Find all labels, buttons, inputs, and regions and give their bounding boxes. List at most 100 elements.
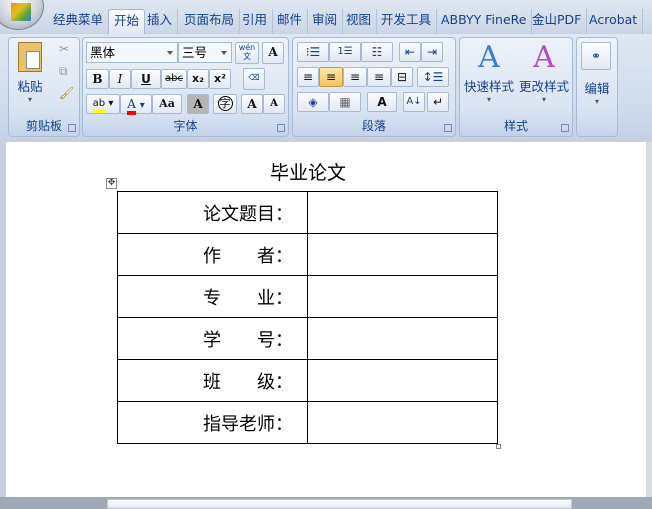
row-value-cell[interactable] bbox=[307, 233, 498, 276]
group-label: 段落 bbox=[361, 119, 386, 133]
row-value-cell[interactable] bbox=[307, 275, 498, 318]
dialog-launcher-icon[interactable] bbox=[444, 124, 452, 132]
borders-button[interactable]: ▦ bbox=[329, 92, 361, 112]
change-styles-button[interactable]: A 更改样式 ▾ bbox=[516, 40, 572, 104]
copy-icon[interactable]: ⧉ bbox=[59, 64, 68, 79]
quick-styles-icon: A bbox=[478, 40, 500, 75]
table-row: 指导老师： bbox=[117, 401, 498, 444]
cut-icon[interactable]: ✂ bbox=[59, 42, 69, 56]
tab-2[interactable]: 插入 bbox=[142, 9, 179, 34]
table-resize-handle[interactable] bbox=[496, 444, 501, 449]
row-label: 班 级： bbox=[117, 359, 308, 402]
subscript-button[interactable]: x₂ bbox=[187, 69, 209, 89]
dialog-launcher-icon[interactable] bbox=[68, 124, 76, 132]
binoculars-icon: ⚭ bbox=[581, 42, 611, 70]
grow-font-button[interactable]: A bbox=[241, 94, 263, 114]
line-spacing-button[interactable]: ↕☰ bbox=[417, 67, 449, 87]
highlight-button[interactable]: ab ▾ bbox=[86, 94, 120, 114]
enclose-icon: 字 bbox=[217, 96, 233, 111]
underline-button[interactable]: U bbox=[131, 69, 161, 89]
group-styles: A 快速样式 ▾ A 更改样式 ▾ 样式 bbox=[459, 37, 573, 137]
group-font: 黑体 三号 wén 文 A B I U abc x₂ x² ⌫ ab ▾ A ▾… bbox=[82, 37, 289, 137]
enclose-characters-button[interactable]: 字 bbox=[213, 94, 237, 114]
dialog-launcher-icon[interactable] bbox=[277, 124, 285, 132]
align-right-button[interactable]: ≡ bbox=[343, 67, 367, 87]
table-row: 论文题目： bbox=[117, 191, 498, 234]
tab-7[interactable]: 视图 bbox=[341, 9, 378, 34]
tab-5[interactable]: 邮件 bbox=[272, 9, 309, 34]
bullets-button[interactable]: ⁝☰ bbox=[297, 42, 329, 62]
row-label: 学 号： bbox=[117, 317, 308, 360]
table-move-handle-icon[interactable]: ✥ bbox=[106, 178, 117, 189]
group-paragraph: ⁝☰ 1☰ ☷ ⇤ ⇥ ≡ ≡ ≡ ≡ ⊟ ↕☰ ◈ ▦ A A↓ ↵ 段落 bbox=[292, 37, 456, 137]
change-styles-icon: A bbox=[533, 40, 555, 75]
strikethrough-button[interactable]: abc bbox=[161, 69, 187, 89]
font-name-value: 黑体 bbox=[90, 45, 116, 60]
info-table: 论文题目：作 者：专 业：学 号：班 级： 指导老师： bbox=[117, 191, 498, 444]
row-label: 指导老师： bbox=[117, 401, 308, 444]
row-value-cell[interactable] bbox=[307, 359, 498, 402]
italic-button[interactable]: I bbox=[109, 69, 131, 89]
highlight-icon: ab bbox=[92, 98, 106, 113]
group-label: 样式 bbox=[503, 119, 528, 133]
clipboard-icon bbox=[18, 42, 42, 72]
increase-indent-button[interactable]: ⇥ bbox=[421, 42, 443, 62]
asian-layout-button[interactable]: A bbox=[367, 92, 397, 112]
table-row: 学 号： bbox=[117, 317, 498, 360]
tab-10[interactable]: 金山PDF bbox=[527, 9, 588, 34]
numbering-button[interactable]: 1☰ bbox=[329, 42, 361, 62]
sort-button[interactable]: A↓ bbox=[403, 92, 425, 112]
table-row: 作 者： bbox=[117, 233, 498, 276]
row-value-cell[interactable] bbox=[307, 401, 498, 444]
office-logo-icon bbox=[11, 3, 31, 21]
tab-4[interactable]: 引用 bbox=[237, 9, 274, 34]
editing-label: 编辑 bbox=[584, 81, 610, 96]
clear-formatting-button[interactable]: ⌫ bbox=[243, 68, 265, 90]
font-color-button[interactable]: A ▾ bbox=[120, 94, 152, 115]
align-left-button[interactable]: ≡ bbox=[297, 67, 319, 87]
format-painter-icon[interactable]: 🖌 bbox=[59, 86, 74, 100]
table-row: 专 业： bbox=[117, 275, 498, 318]
character-shading-button[interactable]: A bbox=[187, 94, 209, 114]
paste-label: 粘贴 bbox=[17, 79, 43, 94]
font-name-select[interactable]: 黑体 bbox=[86, 42, 178, 63]
tab-6[interactable]: 审阅 bbox=[307, 9, 344, 34]
tab-11[interactable]: Acrobat bbox=[584, 9, 644, 34]
bold-button[interactable]: B bbox=[86, 69, 109, 89]
decrease-indent-button[interactable]: ⇤ bbox=[399, 42, 421, 62]
justify-button[interactable]: ≡ bbox=[367, 67, 391, 87]
group-editing: ⚭ 编辑 ▾ bbox=[576, 37, 618, 137]
tab-9[interactable]: ABBYY FineRe bbox=[436, 9, 533, 34]
align-center-button[interactable]: ≡ bbox=[319, 67, 343, 87]
show-marks-button[interactable]: ↵ bbox=[427, 92, 449, 112]
tab-3[interactable]: 页面布局 bbox=[179, 9, 241, 34]
shrink-font-button[interactable]: A bbox=[263, 94, 285, 114]
group-clipboard: 粘贴 ▾ ✂ ⧉ 🖌 剪贴板 bbox=[8, 37, 80, 137]
row-label: 论文题目： bbox=[117, 191, 308, 234]
vertical-scrollbar[interactable] bbox=[646, 142, 652, 497]
change-case-button[interactable]: Aa bbox=[152, 94, 182, 114]
font-size-select[interactable]: 三号 bbox=[178, 42, 232, 63]
scrollbar-thumb[interactable] bbox=[107, 499, 572, 509]
paste-button[interactable]: 粘贴 ▾ bbox=[13, 42, 47, 104]
row-value-cell[interactable] bbox=[307, 191, 498, 234]
table-row: 班 级： bbox=[117, 359, 498, 402]
editing-button[interactable]: ⚭ 编辑 ▾ bbox=[581, 42, 613, 106]
shading-button[interactable]: ◈ bbox=[297, 92, 329, 112]
change-styles-label: 更改样式 bbox=[518, 79, 569, 94]
multilevel-list-button[interactable]: ☷ bbox=[361, 42, 393, 62]
group-label: 字体 bbox=[173, 119, 198, 133]
tab-8[interactable]: 开发工具 bbox=[376, 9, 438, 34]
quick-styles-label: 快速样式 bbox=[463, 79, 514, 94]
distributed-button[interactable]: ⊟ bbox=[391, 67, 413, 87]
row-value-cell[interactable] bbox=[307, 317, 498, 360]
document-title: 毕业论文 bbox=[269, 162, 346, 184]
tab-0[interactable]: 经典菜单 bbox=[48, 9, 110, 34]
tab-1[interactable]: 开始 bbox=[108, 9, 146, 34]
dialog-launcher-icon[interactable] bbox=[561, 124, 569, 132]
font-size-value: 三号 bbox=[182, 45, 208, 60]
superscript-button[interactable]: x² bbox=[209, 69, 231, 89]
quick-styles-button[interactable]: A 快速样式 ▾ bbox=[462, 40, 516, 104]
character-border-button[interactable]: A bbox=[262, 42, 284, 64]
phonetic-guide-button[interactable]: wén 文 bbox=[235, 42, 259, 64]
